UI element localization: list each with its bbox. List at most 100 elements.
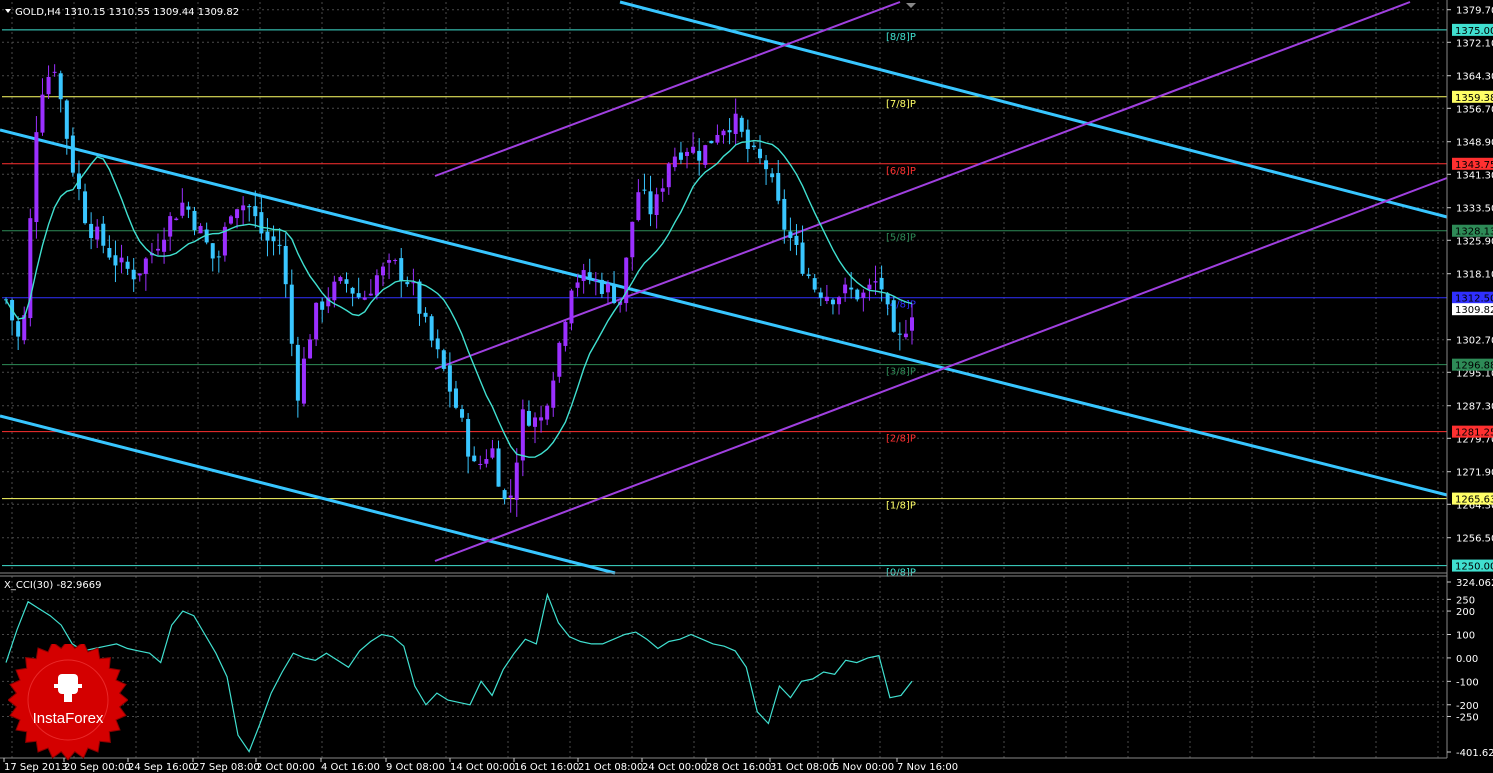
symbol-label: GOLD,H4 1310.15 1310.55 1309.44 1309.82 <box>15 7 239 18</box>
candle-body <box>903 333 908 338</box>
time-tick-label: 24 Sep 16:00 <box>128 762 195 773</box>
level-badge-label: 1375.00 <box>1455 26 1493 37</box>
last-price-label: 1309.82 <box>1455 305 1493 316</box>
level-label: [5/8]P <box>886 233 916 244</box>
candle-body <box>563 321 568 346</box>
price-tick-label: 1379.70 <box>1456 6 1493 17</box>
candle-body <box>691 146 696 153</box>
candle-body <box>362 297 367 300</box>
candle-body <box>387 260 392 263</box>
candle-body <box>356 293 361 298</box>
candle-body <box>490 448 495 458</box>
instaforex-logo: InstaForex <box>8 644 128 761</box>
candle-body <box>739 117 744 132</box>
candle-body <box>599 279 604 294</box>
candle-body <box>885 293 890 305</box>
candle-body <box>259 212 264 234</box>
candle-body <box>119 257 124 263</box>
candle-body <box>320 301 325 310</box>
candle-body <box>472 455 477 462</box>
candle-body <box>514 462 519 500</box>
price-tick-label: 1341.30 <box>1456 170 1493 181</box>
candle-body <box>581 270 586 281</box>
price-tick-label: 1333.50 <box>1456 204 1493 215</box>
candle-body <box>508 495 513 498</box>
candle-body <box>612 284 617 304</box>
candle-body <box>873 281 878 283</box>
candle-body <box>162 239 167 252</box>
header: GOLD,H4 1310.15 1310.55 1309.44 1309.82 <box>5 7 239 18</box>
candle-body <box>727 130 732 133</box>
candle-body <box>636 192 641 221</box>
candle-body <box>192 210 197 231</box>
candle-body <box>630 221 635 258</box>
level-label: [7/8]P <box>886 99 916 110</box>
cci-label: X_CCI(30) -82.9669 <box>4 580 101 591</box>
candle-body <box>697 150 702 161</box>
price-tick-label: 1256.50 <box>1456 534 1493 545</box>
level-badge-label: 1281.25 <box>1455 428 1493 439</box>
candle-body <box>247 206 252 208</box>
candle-body <box>374 275 379 296</box>
candle-body <box>788 231 793 238</box>
candle-body <box>314 302 319 340</box>
level-badge-label: 1296.88 <box>1455 361 1493 372</box>
candle-body <box>344 279 349 284</box>
candle-body <box>678 152 683 160</box>
candle-body <box>709 140 714 144</box>
level-badge-label: 1250.00 <box>1455 562 1493 573</box>
time-tick-label: 21 Oct 08:00 <box>578 762 643 773</box>
candle-body <box>824 296 829 302</box>
candle-body <box>776 173 781 201</box>
candle-body <box>703 145 708 165</box>
level-badge-label: 1312.50 <box>1455 294 1493 305</box>
candle-body <box>460 409 465 418</box>
candle-body <box>715 134 720 143</box>
candle-body <box>441 350 446 369</box>
candle-body <box>113 255 118 266</box>
candle-body <box>861 292 866 299</box>
candle-body <box>587 272 592 280</box>
cci-tick-label: 250 <box>1456 595 1475 606</box>
candle-body <box>496 448 501 487</box>
time-tick-label: 24 Oct 00:00 <box>642 762 707 773</box>
candle-body <box>672 156 677 168</box>
candle-body <box>533 417 538 427</box>
time-tick-label: 7 Nov 16:00 <box>897 762 958 773</box>
candle-body <box>648 191 653 215</box>
cci-tick-label: -200 <box>1456 701 1479 712</box>
candle-body <box>429 316 434 341</box>
candle-body <box>417 281 422 314</box>
candle-body <box>168 216 173 237</box>
candle-body <box>721 130 726 136</box>
candle-body <box>295 344 300 401</box>
candle-body <box>58 73 63 100</box>
candle-body <box>837 297 842 305</box>
price-tick-label: 1318.10 <box>1456 270 1493 281</box>
candle-body <box>751 145 756 148</box>
candle-body <box>897 333 902 335</box>
candle-body <box>95 226 100 240</box>
candle-body <box>46 76 51 95</box>
candle-body <box>186 206 191 210</box>
level-label: [8/8]P <box>886 32 916 43</box>
candle-body <box>545 405 550 420</box>
candle-body <box>605 283 610 293</box>
price-tick-label: 1271.90 <box>1456 468 1493 479</box>
candle-body <box>447 365 452 392</box>
candle-body <box>405 282 410 285</box>
candle-body <box>210 243 215 259</box>
candle-body <box>685 151 690 156</box>
price-tick-label: 1364.30 <box>1456 72 1493 83</box>
level-label: [1/8]P <box>886 501 916 512</box>
candle-body <box>806 274 811 276</box>
candle-body <box>283 245 288 285</box>
candle-body <box>569 290 574 324</box>
time-tick-label: 9 Oct 08:00 <box>386 762 445 773</box>
candle-body <box>301 358 306 404</box>
cci-tick-label: -250 <box>1456 712 1479 723</box>
price-chart[interactable]: [8/8]P [7/8]P [6/8]P [5/8]P [4/8]P [3/8]P [2/8… <box>0 0 1493 773</box>
candle-body <box>843 284 848 294</box>
candle-body <box>502 490 507 500</box>
candle-body <box>849 287 854 290</box>
